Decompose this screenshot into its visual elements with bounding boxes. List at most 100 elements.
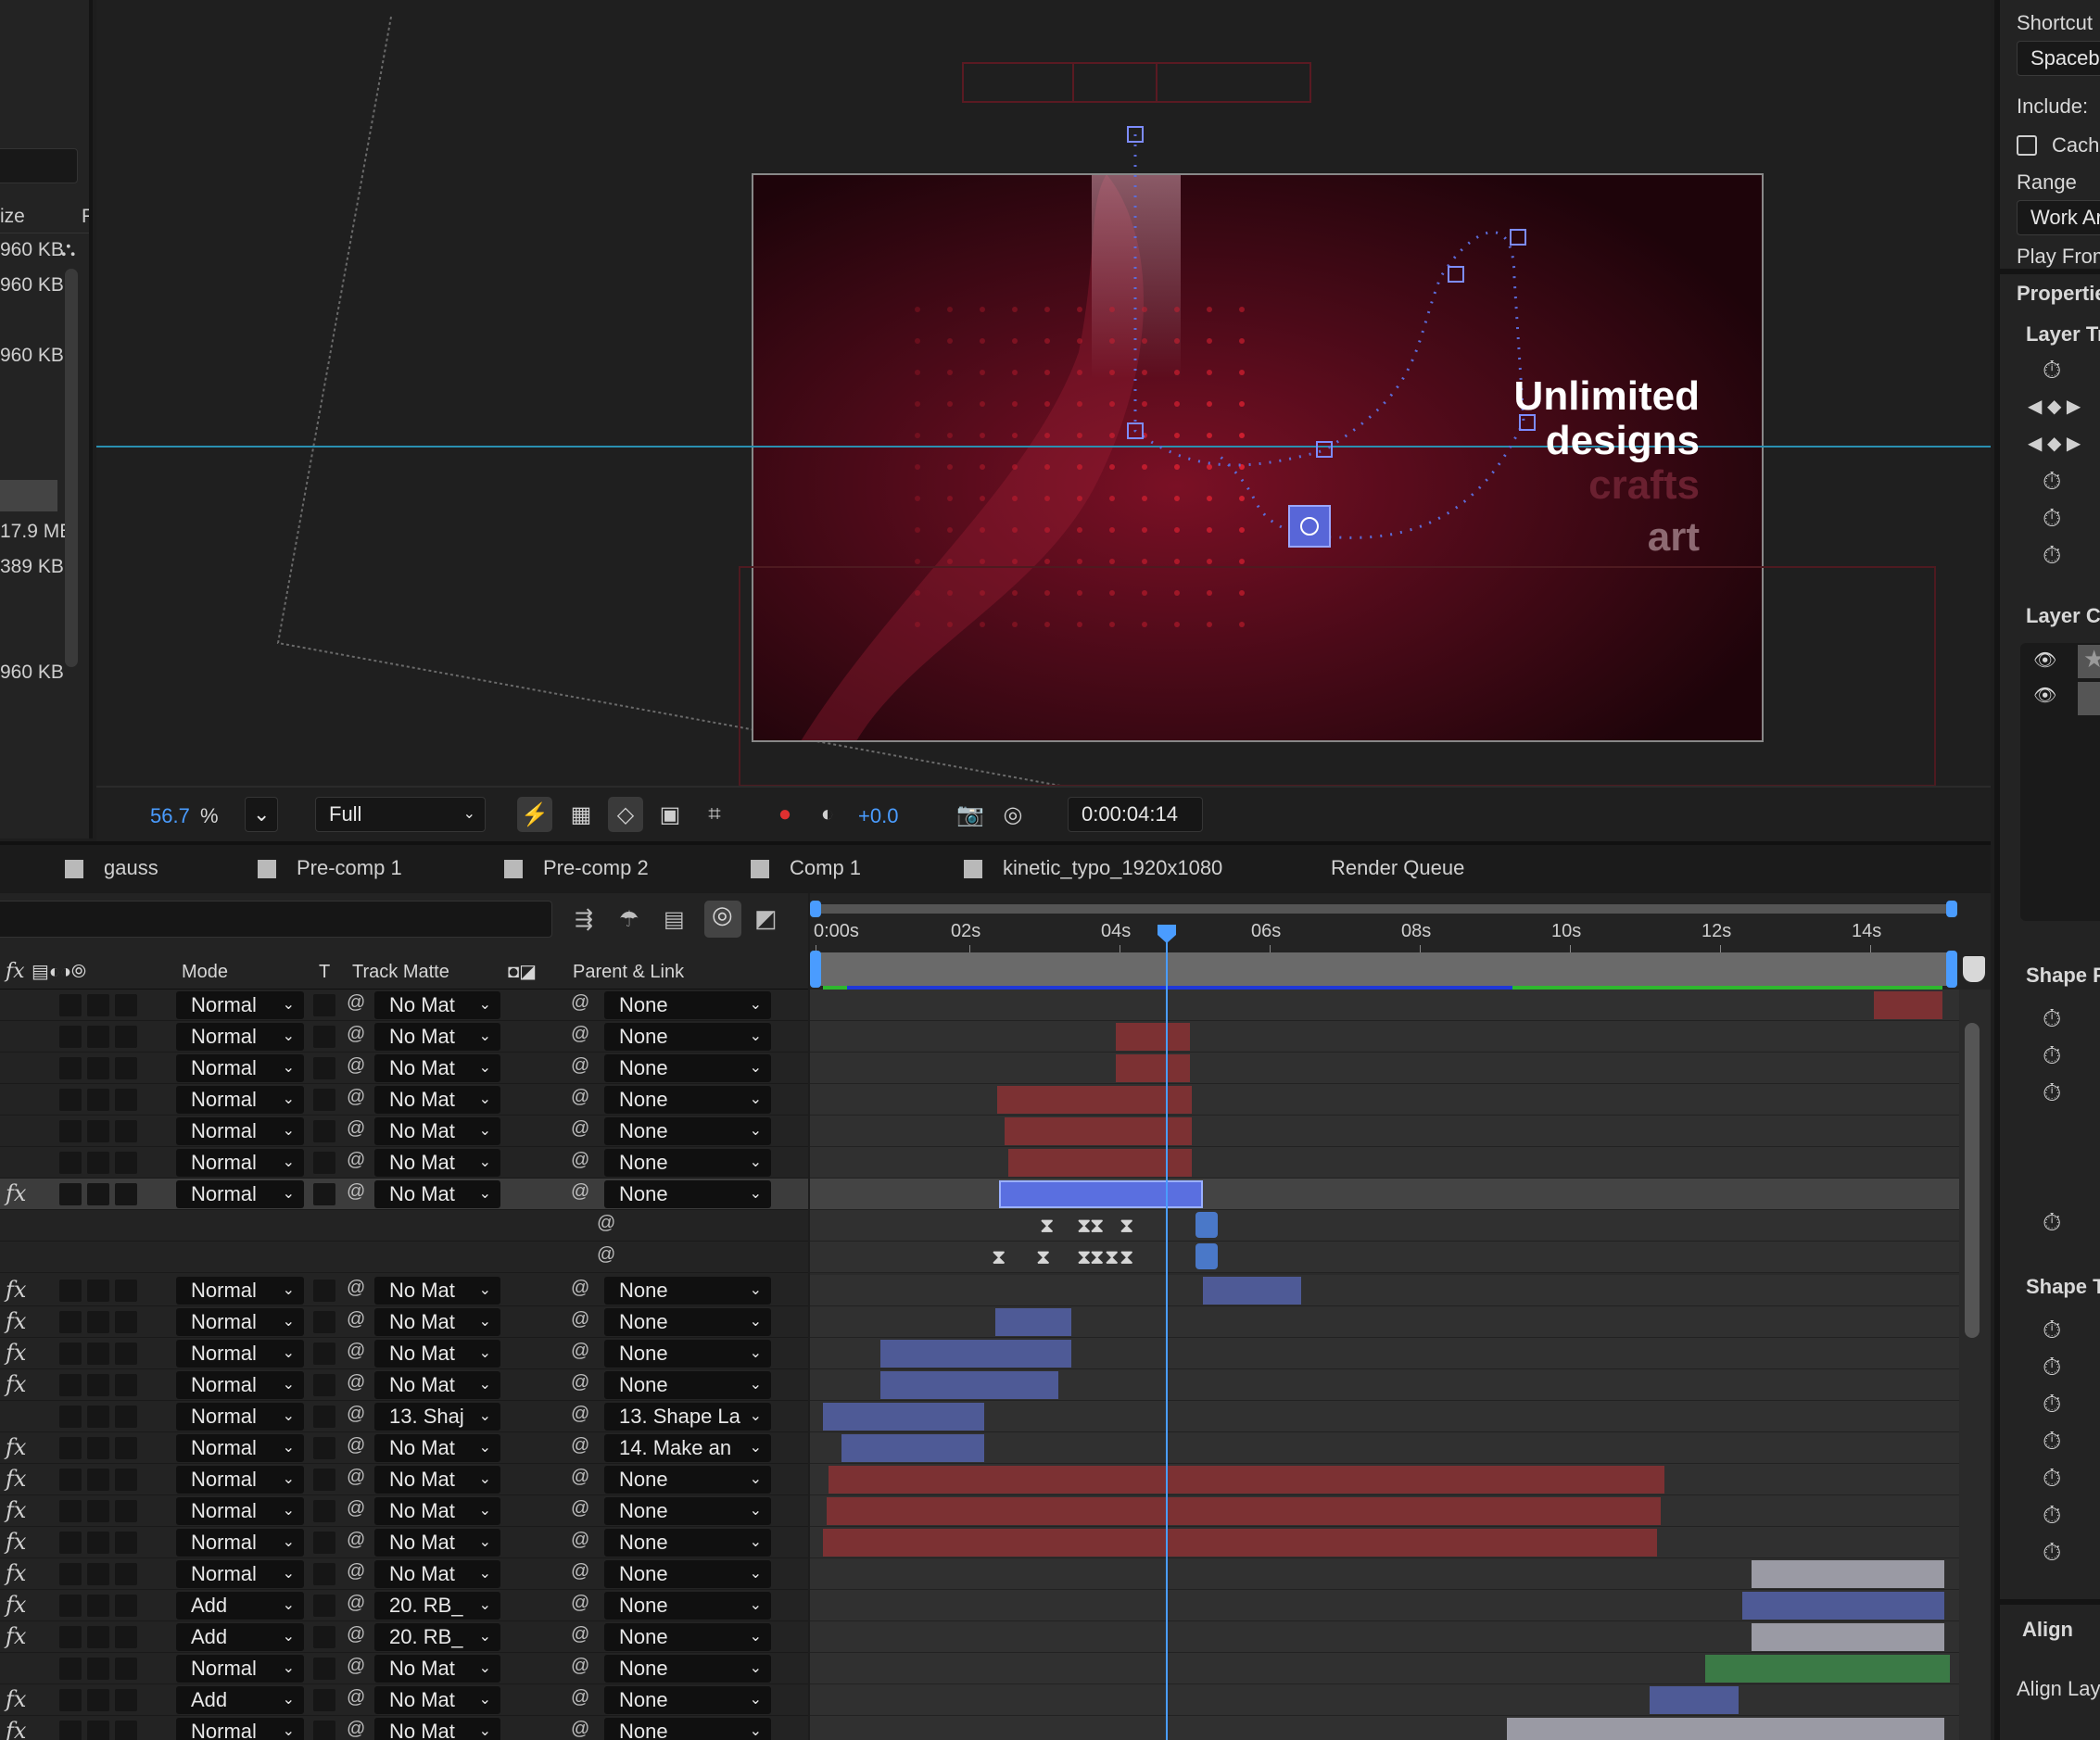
parent-dropdown[interactable]: None ⌄ <box>604 1655 771 1683</box>
parent-dropdown[interactable]: 13. Shape La ⌄ <box>604 1403 771 1431</box>
blend-mode-dropdown[interactable]: Normal ⌄ <box>176 1371 304 1399</box>
stopwatch-icon[interactable]: ⏱ <box>2043 356 2061 385</box>
track-matte-dropdown[interactable]: No Mat ⌄ <box>374 1718 500 1740</box>
blend-mode-dropdown[interactable]: Normal ⌄ <box>176 1718 304 1740</box>
blend-mode-dropdown[interactable]: Normal ⌄ <box>176 1403 304 1431</box>
parent-dropdown[interactable]: None ⌄ <box>604 1149 771 1177</box>
layer-duration-bar[interactable] <box>1742 1592 1944 1620</box>
layer-duration-bar[interactable] <box>823 1403 984 1431</box>
layer-duration-bar[interactable] <box>995 1308 1071 1336</box>
matte-pickwhip-icon[interactable]: @ <box>347 1309 365 1330</box>
layer-switch[interactable] <box>115 1626 137 1648</box>
stopwatch-icon[interactable]: ⏱ <box>2043 1353 2061 1382</box>
stopwatch-icon[interactable]: ⏱ <box>2043 1390 2061 1419</box>
range-dropdown[interactable]: Work Area <box>2017 200 2100 235</box>
fx-switch-icon[interactable]: fx <box>6 1718 26 1740</box>
parent-dropdown[interactable]: None ⌄ <box>604 1117 771 1145</box>
parent-pickwhip-icon[interactable]: @ <box>571 1118 589 1140</box>
time-navigator[interactable] <box>816 904 1955 914</box>
parent-dropdown[interactable]: None ⌄ <box>604 1686 771 1714</box>
matte-pickwhip-icon[interactable]: @ <box>347 1404 365 1425</box>
track-matte-dropdown[interactable]: No Mat ⌄ <box>374 1340 500 1368</box>
selected-keyframe-icon[interactable] <box>1195 1243 1218 1269</box>
track-matte-dropdown[interactable]: No Mat ⌄ <box>374 1117 500 1145</box>
preserve-transparency-toggle[interactable] <box>313 1183 335 1205</box>
blend-mode-dropdown[interactable]: Normal ⌄ <box>176 1529 304 1557</box>
layer-switch[interactable] <box>87 1689 109 1711</box>
matte-pickwhip-icon[interactable]: @ <box>347 1372 365 1393</box>
property-row[interactable]: @ <box>0 1242 808 1273</box>
blend-mode-dropdown[interactable]: Add ⌄ <box>176 1686 304 1714</box>
matte-pickwhip-icon[interactable]: @ <box>347 1055 365 1077</box>
layer-switch[interactable] <box>115 1343 137 1365</box>
matte-pickwhip-icon[interactable]: @ <box>347 1593 365 1614</box>
track-matte-dropdown[interactable]: No Mat ⌄ <box>374 1023 500 1051</box>
layer-switch[interactable] <box>115 1374 137 1396</box>
layer-row[interactable]: fx Add ⌄ @20. RB_ ⌄ @ None ⌄ <box>0 1621 808 1653</box>
layer-switch[interactable] <box>87 1152 109 1174</box>
matte-pickwhip-icon[interactable]: @ <box>347 1687 365 1708</box>
matte-pickwhip-icon[interactable]: @ <box>347 1530 365 1551</box>
layer-duration-bar[interactable] <box>1116 1054 1190 1082</box>
matte-pickwhip-icon[interactable]: @ <box>347 1719 365 1740</box>
layer-duration-bar[interactable] <box>1008 1149 1192 1177</box>
matte-pickwhip-icon[interactable]: @ <box>347 1435 365 1456</box>
layer-switch[interactable] <box>115 1532 137 1554</box>
track-matte-dropdown[interactable]: No Mat ⌄ <box>374 1371 500 1399</box>
layer-row[interactable]: fx Normal ⌄ @ No Mat ⌄ @ None ⌄ <box>0 1495 808 1527</box>
comment-marker-icon[interactable] <box>1963 956 1985 982</box>
keyframe-nav-icon[interactable]: ◀ ◆ ▶ <box>2028 432 2081 455</box>
preserve-transparency-toggle[interactable] <box>313 1311 335 1333</box>
layer-duration-bar[interactable] <box>1005 1117 1192 1145</box>
matte-pickwhip-icon[interactable]: @ <box>347 1656 365 1677</box>
draft-3d-icon[interactable]: ☂ <box>619 906 639 933</box>
layer-switch[interactable] <box>87 1057 109 1079</box>
parent-pickwhip-icon[interactable]: @ <box>571 1498 589 1519</box>
layer-duration-bar[interactable] <box>1203 1277 1301 1305</box>
keyframe-icon[interactable]: ⧗ <box>1090 1214 1104 1238</box>
region-of-interest-icon[interactable]: ▣ <box>652 797 688 832</box>
preserve-transparency-toggle[interactable] <box>313 1721 335 1740</box>
preserve-transparency-toggle[interactable] <box>313 1437 335 1459</box>
stopwatch-icon[interactable]: ⏱ <box>2043 1501 2061 1531</box>
preserve-transparency-toggle[interactable] <box>313 1469 335 1491</box>
parent-dropdown[interactable]: None ⌄ <box>604 1466 771 1494</box>
stopwatch-icon[interactable]: ⏱ <box>2043 1041 2061 1071</box>
preserve-transparency-toggle[interactable] <box>313 1120 335 1142</box>
layer-switch[interactable] <box>115 1311 137 1333</box>
layer-row[interactable]: fx Normal ⌄ @ No Mat ⌄ @ None ⌄ <box>0 1716 808 1740</box>
snapshot-camera-icon[interactable]: 📷 <box>953 797 988 832</box>
matte-pickwhip-icon[interactable]: @ <box>347 1118 365 1140</box>
stopwatch-icon[interactable]: ⏱ <box>2043 1464 2061 1494</box>
matte-pickwhip-icon[interactable]: @ <box>347 1278 365 1299</box>
layer-switch[interactable] <box>59 1026 82 1048</box>
layer-row[interactable]: fx Normal ⌄ @ No Mat ⌄ @ None ⌄ <box>0 1464 808 1495</box>
layer-switch[interactable] <box>59 1469 82 1491</box>
parent-dropdown[interactable]: None ⌄ <box>604 1023 771 1051</box>
fx-switch-icon[interactable]: fx <box>6 1592 26 1618</box>
parent-pickwhip-icon[interactable]: @ <box>571 1150 589 1171</box>
layer-switch[interactable] <box>59 1374 82 1396</box>
layer-switch[interactable] <box>115 1469 137 1491</box>
fx-switch-icon[interactable]: fx <box>6 1497 26 1523</box>
layer-switch[interactable] <box>87 994 109 1016</box>
matte-pickwhip-icon[interactable]: @ <box>347 1498 365 1519</box>
layer-switch[interactable] <box>59 1689 82 1711</box>
fx-switch-icon[interactable]: fx <box>6 1560 26 1586</box>
layer-switch[interactable] <box>59 1626 82 1648</box>
track-matte-dropdown[interactable]: No Mat ⌄ <box>374 1149 500 1177</box>
layer-switch[interactable] <box>59 1311 82 1333</box>
layer-switch[interactable] <box>115 1280 137 1302</box>
project-scrollbar[interactable] <box>65 269 78 667</box>
keyframe-nav-icon[interactable]: ◀ ◆ ▶ <box>2028 395 2081 418</box>
layer-duration-bar[interactable] <box>880 1371 1058 1399</box>
track-matte-dropdown[interactable]: 13. Shaj ⌄ <box>374 1403 500 1431</box>
parent-pickwhip-icon[interactable]: @ <box>571 1467 589 1488</box>
show-snapshot-icon[interactable]: ◎ <box>995 797 1031 832</box>
layer-switch[interactable] <box>115 1026 137 1048</box>
layer-switch[interactable] <box>115 1057 137 1079</box>
layer-row[interactable]: fx Normal ⌄ @ No Mat ⌄ @14. Make an ⌄ <box>0 1432 808 1464</box>
transparency-grid-icon[interactable]: ▦ <box>563 797 599 832</box>
blend-mode-dropdown[interactable]: Normal ⌄ <box>176 1340 304 1368</box>
keyframe-icon[interactable]: ⧗ <box>1040 1214 1054 1238</box>
